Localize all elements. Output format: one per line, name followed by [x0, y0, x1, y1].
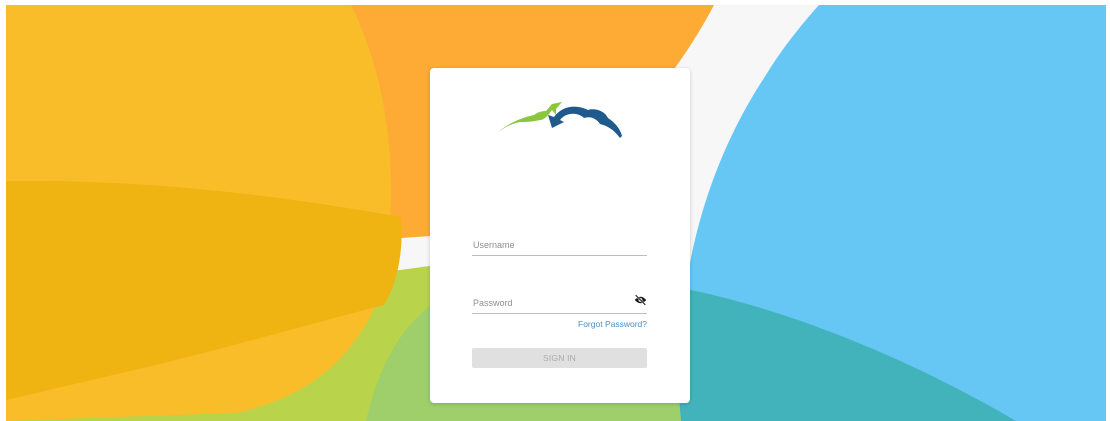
forgot-password-link[interactable]: Forgot Password? [578, 319, 647, 329]
username-input[interactable] [472, 226, 647, 256]
password-input[interactable] [472, 284, 647, 314]
login-page: Forgot Password? SIGN IN [6, 5, 1106, 421]
login-card: Forgot Password? SIGN IN [430, 68, 690, 403]
eye-slash-icon[interactable] [634, 294, 647, 306]
sign-in-button[interactable]: SIGN IN [472, 348, 647, 368]
cloud-with-arrows-logo [498, 102, 622, 138]
password-field [472, 284, 647, 314]
username-field [472, 226, 647, 256]
logo-blue-cloud-arrow [548, 106, 622, 138]
